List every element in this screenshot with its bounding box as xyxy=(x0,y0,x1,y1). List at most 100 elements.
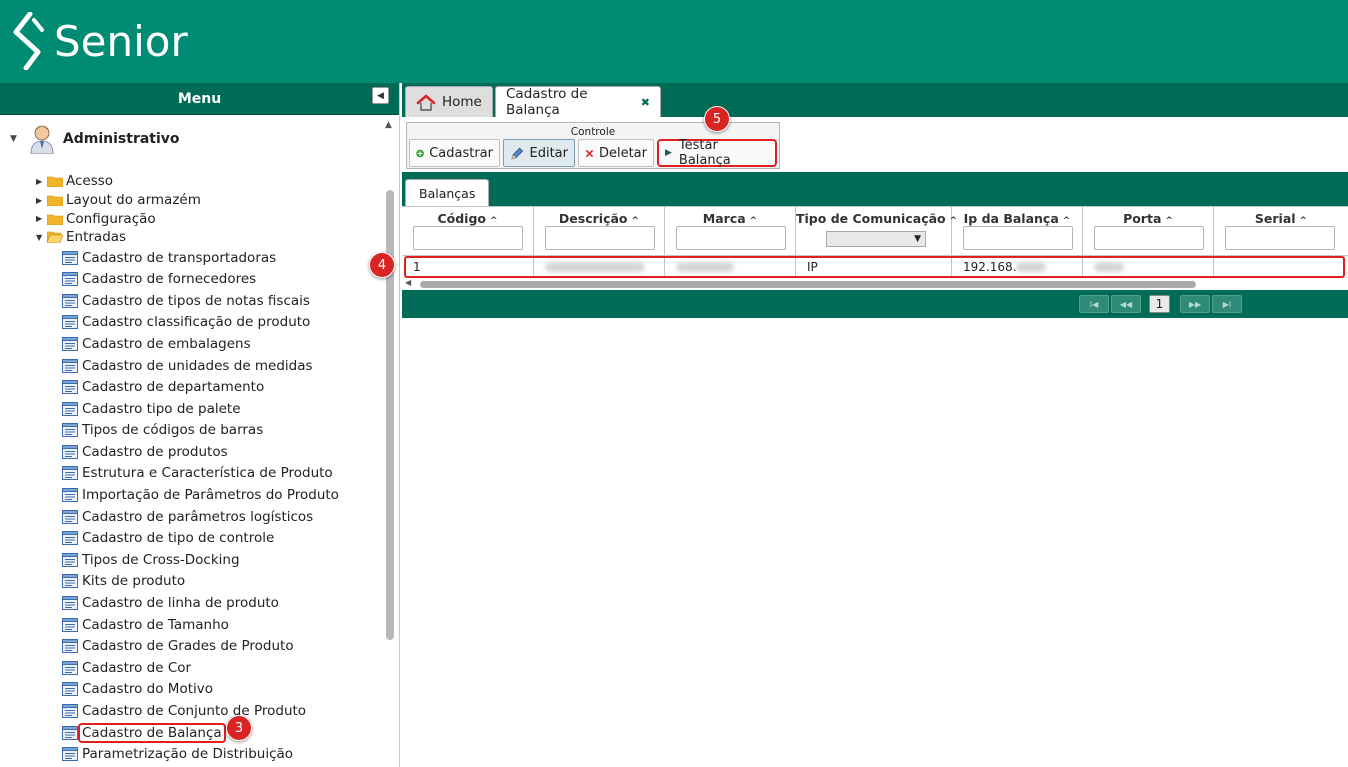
tree-item[interactable]: Cadastro de embalagens xyxy=(62,333,339,355)
deletar-label: Deletar xyxy=(598,145,647,161)
sort-asc-icon[interactable]: ^ xyxy=(632,216,640,226)
tree-item[interactable]: Cadastro de fornecedores xyxy=(62,268,339,290)
column-serial[interactable]: Serial ^ xyxy=(1214,207,1348,255)
column-tipo-comunicacao[interactable]: Tipo de Comunicação ^ ▼ xyxy=(796,207,957,255)
tree-children: ▶ Acesso ▶ Layout do armazém ▶ Configura… xyxy=(36,172,339,765)
tree-item[interactable]: Cadastro de Cor xyxy=(62,657,339,679)
next-page-icon: ▶▶ xyxy=(1188,299,1202,309)
tab-balancas[interactable]: Balanças xyxy=(405,179,490,206)
filter-porta-input[interactable] xyxy=(1094,226,1204,250)
first-page-button[interactable]: I◀ xyxy=(1079,295,1109,313)
tree-item[interactable]: Cadastro de transportadoras xyxy=(62,247,339,269)
scroll-left-icon[interactable]: ◀ xyxy=(405,278,411,287)
column-codigo[interactable]: Código ^ xyxy=(402,207,534,255)
tree-item[interactable]: Cadastro do Motivo xyxy=(62,679,339,701)
tree-item[interactable]: Estrutura e Característica de Produto xyxy=(62,463,339,485)
tree-root-administrativo[interactable]: ▼ Administrativo xyxy=(10,124,180,154)
tree-item-label: Cadastro classificação de produto xyxy=(82,314,311,331)
play-icon: ▶ xyxy=(665,148,672,158)
tree-item[interactable]: Kits de produto xyxy=(62,571,339,593)
column-header-label: Porta xyxy=(1123,211,1162,226)
filter-descricao-input[interactable] xyxy=(545,226,655,250)
filter-marca-input[interactable] xyxy=(676,226,786,250)
sort-asc-icon[interactable]: ^ xyxy=(1165,216,1173,226)
tree-folder-entradas[interactable]: ▼ Entradas xyxy=(36,228,339,247)
tree-item[interactable]: Cadastro de tipo de controle xyxy=(62,527,339,549)
sort-asc-icon[interactable]: ^ xyxy=(1063,216,1071,226)
tree-item[interactable]: Cadastro de Tamanho xyxy=(62,614,339,636)
page-icon xyxy=(62,380,78,395)
tree-item-label: Estrutura e Característica de Produto xyxy=(82,465,333,482)
editar-label: Editar xyxy=(529,145,569,161)
menu-bar: Menu ◀ xyxy=(0,83,399,115)
page-icon xyxy=(62,531,78,546)
column-marca[interactable]: Marca ^ xyxy=(665,207,796,255)
tree-item[interactable]: Cadastro de produtos xyxy=(62,441,339,463)
tree-folder-configuracao[interactable]: ▶ Configuração xyxy=(36,209,339,228)
next-page-button[interactable]: ▶▶ xyxy=(1180,295,1210,313)
home-icon xyxy=(416,94,436,111)
current-page[interactable]: 1 xyxy=(1149,295,1170,313)
table-row[interactable]: 1 IP 192.168. xyxy=(402,256,1348,278)
tree-item[interactable]: Cadastro de Conjunto de Produto xyxy=(62,700,339,722)
filter-ip-input[interactable] xyxy=(963,226,1073,250)
tree-item[interactable]: Importação de Parâmetros do Produto xyxy=(62,484,339,506)
collapse-menu-button[interactable]: ◀ xyxy=(372,87,389,104)
prev-page-button[interactable]: ◀◀ xyxy=(1111,295,1141,313)
filter-tipo-select[interactable]: ▼ xyxy=(826,231,926,247)
column-header-label: Serial xyxy=(1254,211,1296,226)
folder-icon xyxy=(47,214,63,225)
page-icon xyxy=(62,509,78,524)
entradas-items: Cadastro de transportadoras Cadastro de f… xyxy=(62,247,339,765)
caret-right-icon: ▶ xyxy=(36,195,43,205)
tree-item-label: Cadastro tipo de palete xyxy=(82,400,241,417)
tree-item[interactable]: Cadastro de linha de produto xyxy=(62,592,339,614)
tree-item-label: Cadastro de Tamanho xyxy=(82,616,229,633)
deletar-button[interactable]: Deletar xyxy=(578,139,654,167)
column-descricao[interactable]: Descrição ^ xyxy=(534,207,665,255)
tree-item[interactable]: Tipos de Cross-Docking xyxy=(62,549,339,571)
folder-icon xyxy=(47,195,63,207)
annotation-badge-5: 5 xyxy=(704,106,730,132)
close-icon[interactable]: ✖ xyxy=(641,96,650,109)
tree-item[interactable]: Cadastro de Grades de Produto xyxy=(62,635,339,657)
filter-serial-input[interactable] xyxy=(1225,226,1335,250)
filter-codigo-input[interactable] xyxy=(413,226,523,250)
tree-item[interactable]: Cadastro de tipos de notas fiscais xyxy=(62,290,339,312)
last-page-button[interactable]: ▶I xyxy=(1212,295,1242,313)
tree-item[interactable]: Cadastro de departamento xyxy=(62,376,339,398)
caret-right-icon: ▶ xyxy=(36,176,43,186)
tree-item[interactable]: Cadastro de Balança xyxy=(62,722,339,744)
sort-asc-icon[interactable]: ^ xyxy=(750,216,758,226)
grid-hscrollbar[interactable]: ◀ xyxy=(402,278,1348,290)
cell-ip: 192.168. xyxy=(952,256,1083,277)
tab-cadastro-balanca[interactable]: Cadastro de Balança ✖ xyxy=(495,86,661,118)
tab-home[interactable]: Home xyxy=(405,86,493,117)
menu-scrollbar[interactable]: ▲ xyxy=(384,116,396,767)
folder-icon xyxy=(47,177,63,188)
tree-item[interactable]: Cadastro tipo de palete xyxy=(62,398,339,420)
tree-item-label: Cadastro de unidades de medidas xyxy=(82,357,313,374)
cadastrar-label: Cadastrar xyxy=(429,145,493,161)
tree-item[interactable]: Cadastro de parâmetros logísticos xyxy=(62,506,339,528)
tree-folder-acesso[interactable]: ▶ Acesso xyxy=(36,172,339,191)
column-porta[interactable]: Porta ^ xyxy=(1083,207,1214,255)
tree-item-label: Cadastro de tipos de notas fiscais xyxy=(82,292,310,309)
sort-asc-icon[interactable]: ^ xyxy=(490,216,498,226)
editar-button[interactable]: Editar xyxy=(503,139,575,167)
page-icon xyxy=(62,315,78,330)
column-ip-balanca[interactable]: Ip da Balança ^ xyxy=(952,207,1083,255)
tree-item[interactable]: Cadastro de unidades de medidas xyxy=(62,355,339,377)
testar-balanca-button[interactable]: ▶ Testar Balança xyxy=(657,138,777,168)
hscrollbar-thumb[interactable] xyxy=(420,281,1196,288)
add-circle-icon xyxy=(416,149,424,157)
scroll-up-icon[interactable]: ▲ xyxy=(385,120,392,130)
tree-item[interactable]: Cadastro classificação de produto xyxy=(62,312,339,334)
sort-asc-icon[interactable]: ^ xyxy=(1300,216,1308,226)
cadastrar-button[interactable]: Cadastrar xyxy=(409,139,500,167)
tree-item[interactable]: Parametrização de Distribuição xyxy=(62,743,339,765)
tree-folder-layout[interactable]: ▶ Layout do armazém xyxy=(36,191,339,210)
tree-item[interactable]: Tipos de códigos de barras xyxy=(62,420,339,442)
tab-strip: Home Cadastro de Balança ✖ xyxy=(402,83,1348,118)
caret-down-icon: ▼ xyxy=(10,134,17,144)
